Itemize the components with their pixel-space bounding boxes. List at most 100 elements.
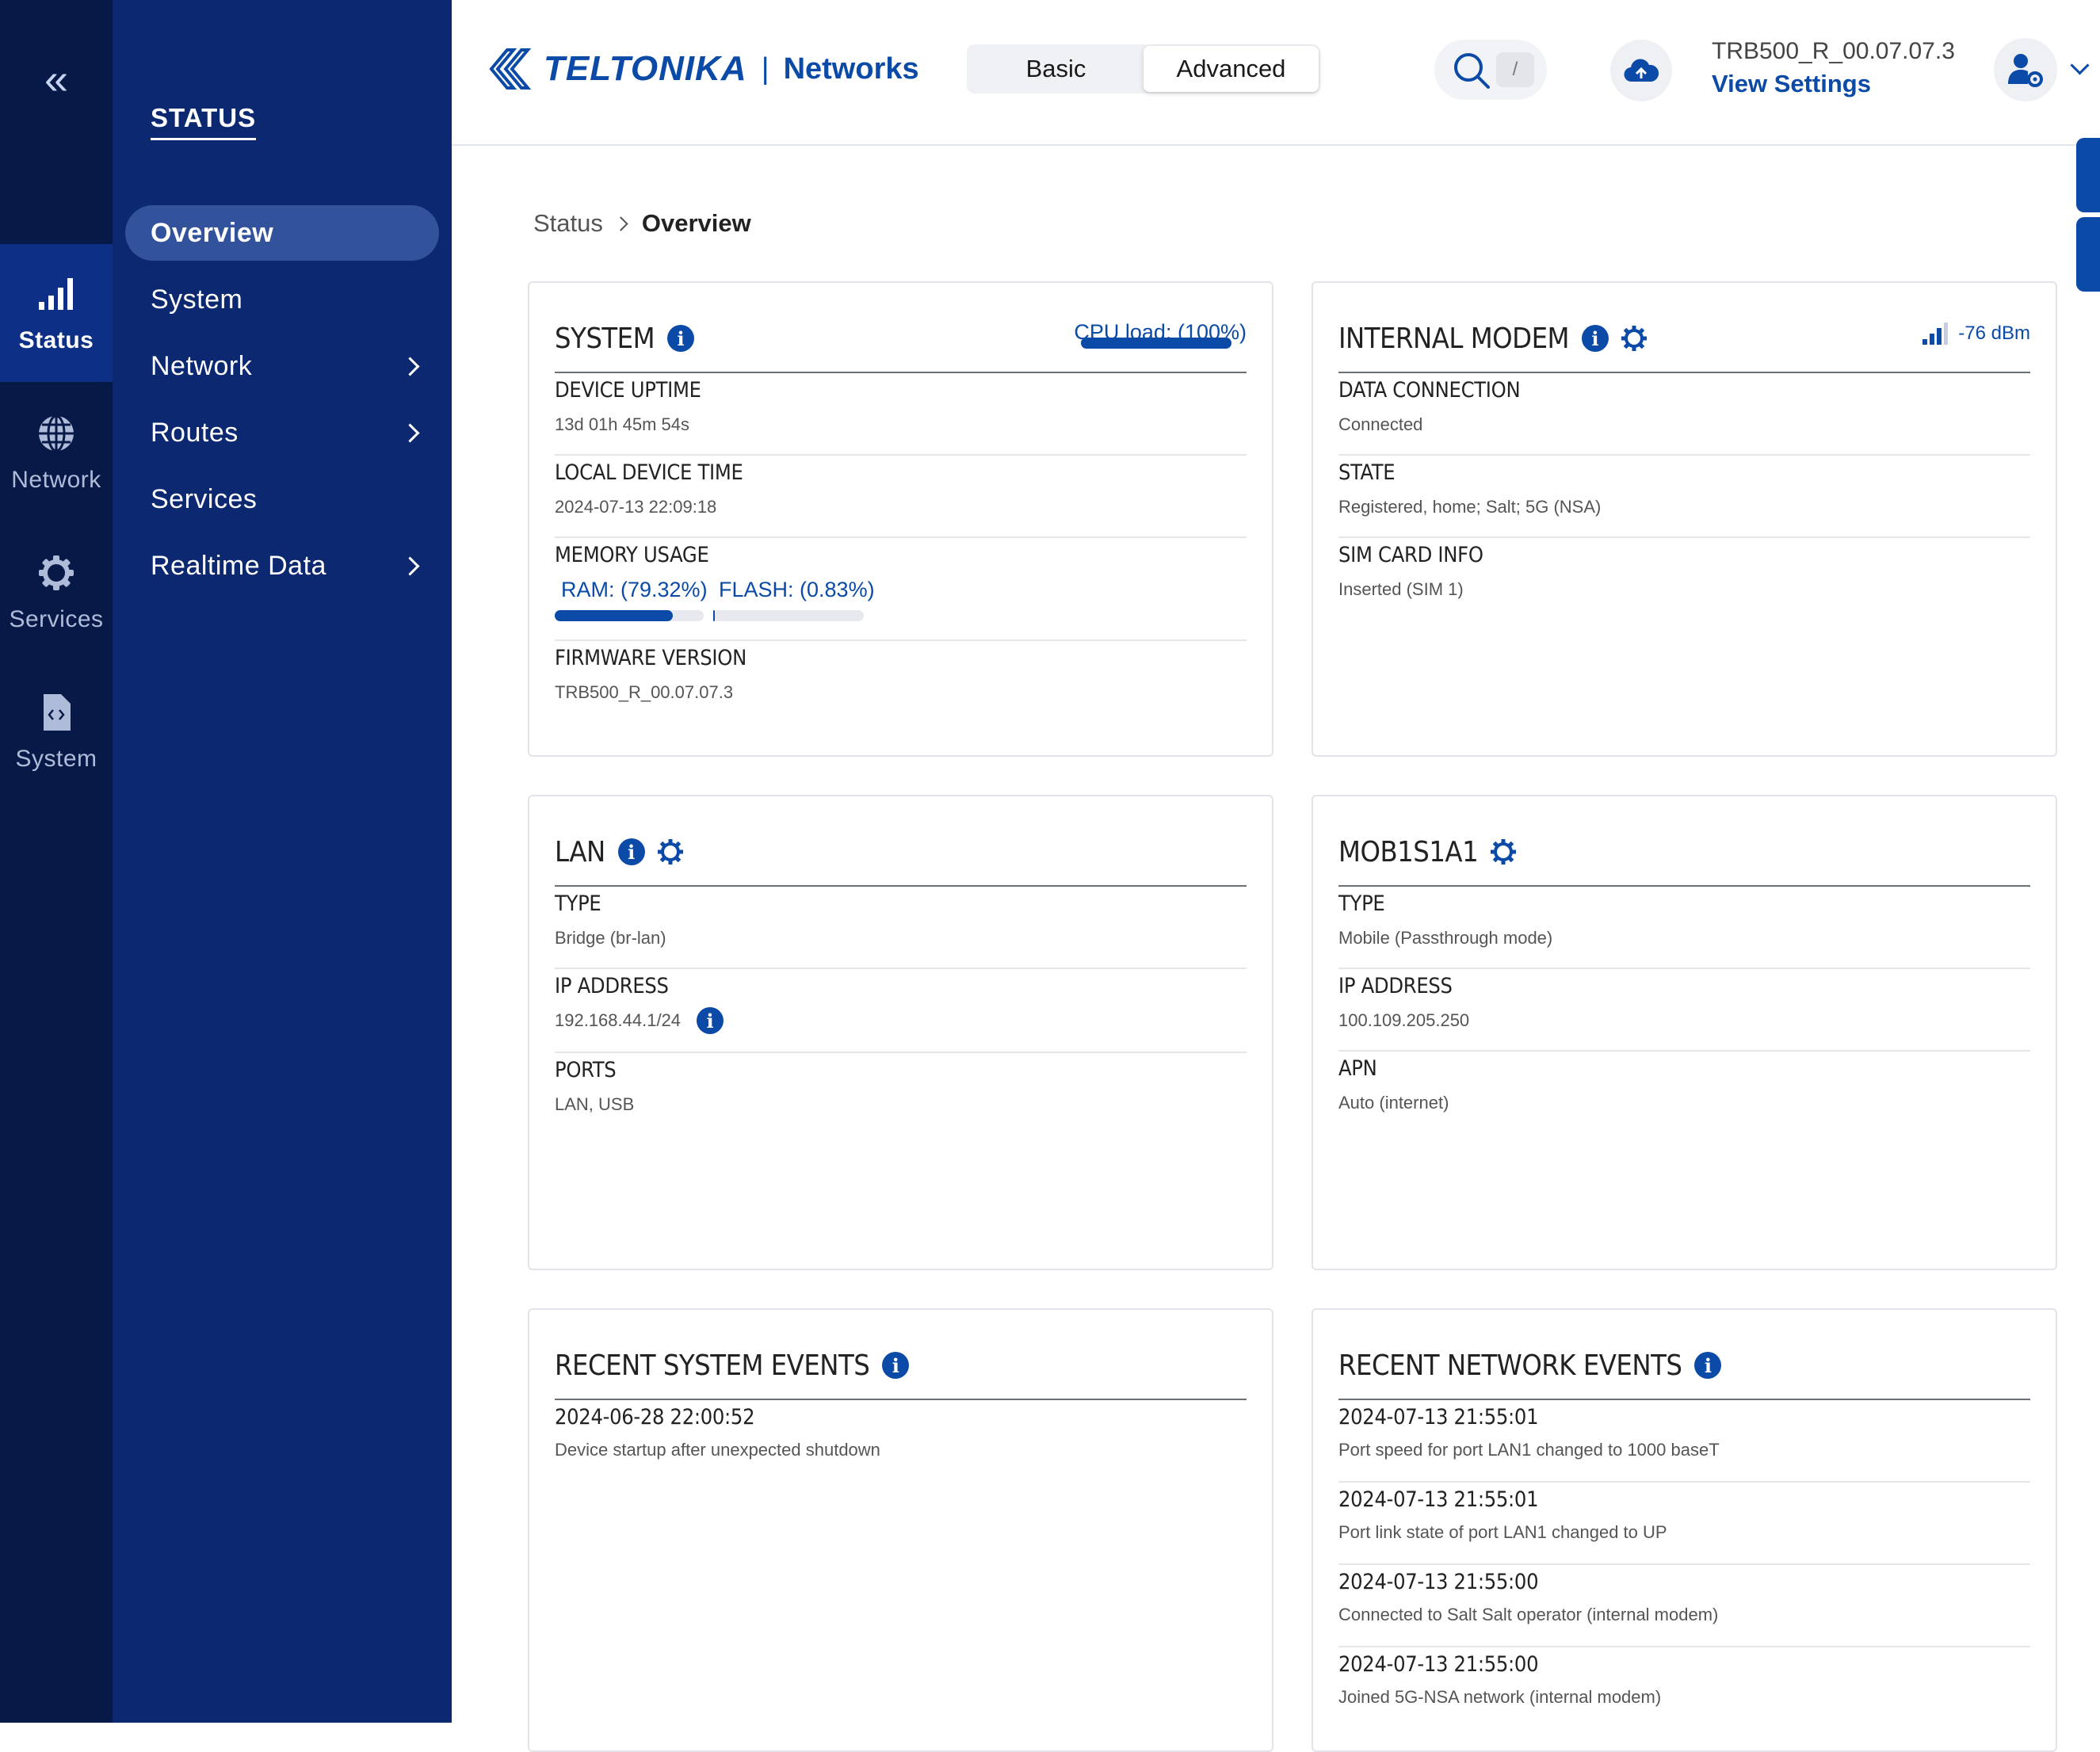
event-description: Joined 5G-NSA network (internal modem): [1338, 1687, 1662, 1707]
rail-item-status[interactable]: Status: [0, 244, 113, 382]
event-description: Device startup after unexpected shutdown: [555, 1440, 880, 1460]
event-time: 2024-07-13 21:55:00: [1338, 1570, 1539, 1594]
rail-item-label: Services: [9, 606, 104, 632]
rail-item-system[interactable]: System: [0, 662, 113, 800]
cloud-upload-button[interactable]: [1610, 40, 1672, 101]
event-time: 2024-07-13 21:55:01: [1338, 1405, 1539, 1429]
info-icon[interactable]: i: [697, 1007, 724, 1034]
cpu-load-bar-fill: [1081, 338, 1231, 349]
signal-value: -76 dBm: [1958, 323, 2030, 344]
advanced-mode-button[interactable]: Advanced: [1144, 46, 1319, 92]
logo-mark-icon: [489, 48, 532, 90]
user-settings-icon: [2008, 54, 2043, 87]
breadcrumb: Status Overview: [533, 209, 751, 238]
card-title: SYSTEM: [555, 322, 655, 355]
rail-item-label: Status: [18, 327, 94, 353]
basic-mode-button[interactable]: Basic: [968, 46, 1144, 92]
sidebar-item-services[interactable]: Services: [125, 471, 439, 527]
collapse-sidebar-button[interactable]: «: [0, 48, 113, 111]
sidebar-item-overview[interactable]: Overview: [125, 205, 439, 261]
sidebar: STATUS Overview System Network Routes Se…: [113, 0, 452, 1723]
teltonika-logo[interactable]: TELTONIKA | Networks: [488, 41, 919, 97]
rail-item-services[interactable]: Services: [0, 523, 113, 661]
gear-icon[interactable]: [1620, 324, 1648, 353]
sidebar-item-label: System: [151, 284, 243, 315]
row-label: TYPE: [555, 891, 601, 916]
chevron-right-icon: [400, 422, 420, 443]
card-header: LAN i: [555, 819, 1247, 887]
type-row: TYPE Mobile (Passthrough mode): [1338, 885, 2030, 969]
card-title: MOB1S1A1: [1338, 835, 1479, 868]
mob1s1a1-card: MOB1S1A1 TYPE Mobile (Passthrough mode) …: [1312, 795, 2057, 1270]
row-value: Inserted (SIM 1): [1338, 579, 1464, 599]
sidebar-title: STATUS: [151, 103, 257, 140]
card-header: INTERNAL MODEM i -76 dBm: [1338, 305, 2030, 373]
logo-wordmark: TELTONIKA: [544, 49, 747, 88]
info-icon[interactable]: i: [1694, 1352, 1722, 1379]
sidebar-item-network[interactable]: Network: [125, 338, 439, 394]
info-icon[interactable]: i: [1581, 325, 1609, 352]
card-title: RECENT SYSTEM EVENTS: [555, 1349, 870, 1382]
event-time: 2024-06-28 22:00:52: [555, 1405, 755, 1429]
firmware-name: TRB500_R_00.07.07.3: [1712, 38, 1955, 64]
code-file-icon: [34, 690, 78, 735]
info-icon[interactable]: i: [882, 1352, 910, 1379]
flash-usage-link[interactable]: FLASH: (0.83%): [719, 578, 875, 602]
search-icon: [1454, 53, 1490, 89]
rail-item-label: Network: [11, 467, 101, 493]
gear-icon[interactable]: [656, 838, 685, 866]
mode-toggle: Basic Advanced: [967, 44, 1320, 94]
sidebar-item-label: Network: [151, 350, 253, 381]
search-button[interactable]: /: [1434, 40, 1547, 100]
rail-item-network[interactable]: Network: [0, 384, 113, 521]
memory-usage-row: MEMORY USAGE RAM: (79.32%) FLASH: (0.83%…: [555, 536, 1247, 641]
event-item: 2024-07-13 21:55:01 Port link state of p…: [1338, 1481, 2030, 1565]
sidebar-item-routes[interactable]: Routes: [125, 405, 439, 460]
row-label: SIM CARD INFO: [1338, 543, 1483, 567]
sidebar-item-label: Overview: [151, 217, 274, 248]
sidebar-item-system[interactable]: System: [125, 272, 439, 327]
ram-usage-bar: [555, 610, 704, 621]
row-value: 192.168.44.1/24 i: [555, 1007, 724, 1034]
ram-usage-link[interactable]: RAM: (79.32%): [561, 578, 708, 602]
row-label: LOCAL DEVICE TIME: [555, 460, 743, 485]
chevron-down-icon[interactable]: [2070, 55, 2090, 75]
side-panel-tab-1[interactable]: [2076, 138, 2100, 212]
type-row: TYPE Bridge (br-lan): [555, 885, 1247, 969]
event-item: 2024-07-13 21:55:00 Joined 5G-NSA networ…: [1338, 1646, 2030, 1728]
card-title: LAN: [555, 835, 605, 868]
row-label: PORTS: [555, 1058, 617, 1082]
info-icon[interactable]: i: [667, 325, 695, 352]
user-menu-button[interactable]: [1994, 38, 2057, 101]
firmware-row: FIRMWARE VERSION TRB500_R_00.07.07.3: [555, 639, 1247, 722]
ports-row: PORTS LAN, USB: [555, 1052, 1247, 1134]
flash-usage-bar: [713, 610, 864, 621]
breadcrumb-current: Overview: [641, 209, 751, 237]
ip-address-row: IP ADDRESS 100.109.205.250: [1338, 968, 2030, 1052]
sim-card-row: SIM CARD INFO Inserted (SIM 1): [1338, 536, 2030, 619]
sidebar-item-realtime-data[interactable]: Realtime Data: [125, 538, 439, 594]
lan-card: LAN i TYPE Bridge (br-lan) IP ADDRESS 19…: [528, 795, 1273, 1270]
row-value: Mobile (Passthrough mode): [1338, 928, 1553, 948]
gear-icon[interactable]: [1489, 838, 1518, 866]
row-value: 13d 01h 45m 54s: [555, 414, 690, 434]
globe-icon: [34, 411, 78, 456]
info-icon[interactable]: i: [617, 838, 645, 865]
event-time: 2024-07-13 21:55:00: [1338, 1652, 1539, 1677]
recent-network-events-card: RECENT NETWORK EVENTS i 2024-07-13 21:55…: [1312, 1308, 2057, 1752]
cpu-load-bar: [1081, 338, 1231, 349]
event-item: 2024-07-13 21:55:01 Port speed for port …: [1338, 1399, 2030, 1483]
flash-usage-bar-fill: [713, 610, 715, 621]
row-label: APN: [1338, 1056, 1377, 1081]
row-value: Registered, home; Salt; 5G (NSA): [1338, 497, 1602, 517]
view-settings-link[interactable]: View Settings: [1712, 70, 1871, 98]
row-value: TRB500_R_00.07.07.3: [555, 682, 734, 702]
top-header: TELTONIKA | Networks Basic Advanced / TR…: [452, 0, 2100, 146]
card-title: RECENT NETWORK EVENTS: [1338, 1349, 1682, 1382]
ram-usage-bar-fill: [555, 610, 674, 621]
sidebar-item-label: Services: [151, 483, 258, 514]
side-panel-tab-2[interactable]: [2076, 217, 2100, 292]
breadcrumb-status[interactable]: Status: [533, 209, 603, 238]
cloud-upload-icon: [1624, 59, 1659, 82]
row-value: 2024-07-13 22:09:18: [555, 497, 717, 517]
